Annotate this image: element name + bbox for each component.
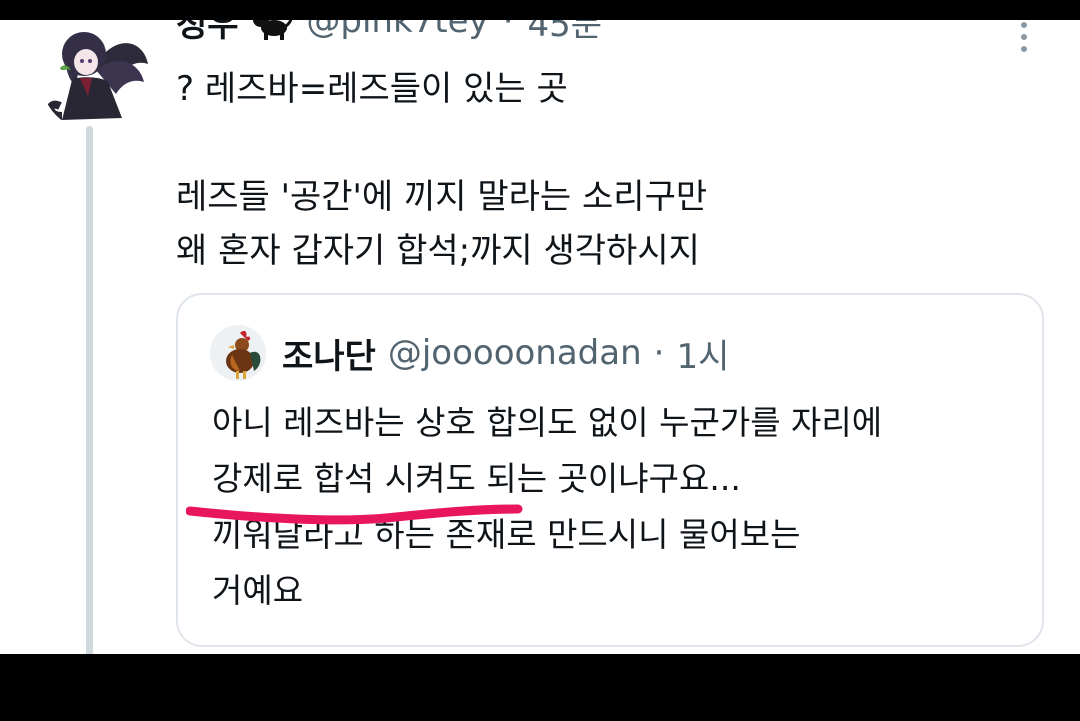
separator-dot: · [653, 333, 665, 373]
tweet-text: ? 레즈바=레즈들이 있는 곳 레즈들 '공간'에 끼지 말라는 소리구만 왜 … [176, 69, 708, 271]
pink-underline-annotation [186, 504, 523, 525]
quoted-tweet-card[interactable]: 조나단 @jooooonadan · 1시 아니 레즈바는 상호 합의도 없이 … [176, 293, 1044, 647]
black-cat-icon [253, 20, 293, 40]
quoted-display-name[interactable]: 조나단 [282, 329, 376, 378]
tweet-screen: 청우 @pink7tey · 45분 ? 레즈바=레즈들이 있는 곳 레즈들 '… [0, 20, 1080, 654]
tweet-header: 청우 @pink7tey · 45분 [176, 20, 602, 46]
tweet-time[interactable]: 45분 [528, 20, 603, 46]
quoted-user-avatar[interactable] [210, 325, 266, 381]
avatar-illustration [40, 20, 152, 132]
rooster-avatar-illustration [210, 325, 266, 381]
quoted-tweet-time[interactable]: 1시 [676, 329, 729, 378]
quoted-tweet-header: 조나단 @jooooonadan · 1시 [282, 323, 729, 383]
more-options-icon[interactable] [1008, 22, 1040, 52]
user-handle[interactable]: @pink7tey [306, 20, 488, 41]
thread-connector-line [86, 126, 93, 654]
display-name[interactable]: 청우 [176, 20, 293, 46]
quoted-user-handle[interactable]: @jooooonadan [388, 333, 642, 373]
user-avatar[interactable] [40, 20, 152, 132]
separator-dot: · [502, 20, 514, 41]
